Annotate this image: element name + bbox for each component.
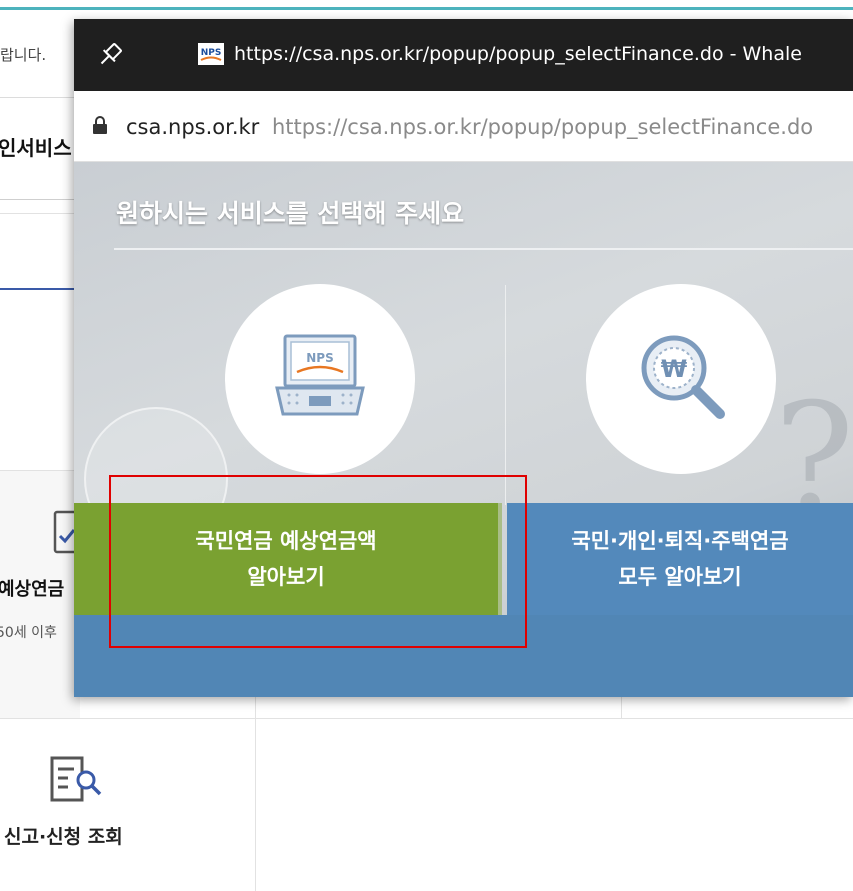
expected-pension-card-title: 예상연금 <box>0 579 65 600</box>
grid-line <box>621 697 622 718</box>
column-divider <box>505 285 506 505</box>
window-title: https://csa.nps.or.kr/popup/popup_select… <box>234 43 802 65</box>
notice-text: 랍니다. <box>0 46 47 64</box>
top-accent-line <box>0 7 853 10</box>
search-won-icon-circle[interactable]: ₩ <box>586 284 776 474</box>
active-tab-underline <box>0 288 80 290</box>
address-bar[interactable]: csa.nps.or.kr https://csa.nps.or.kr/popu… <box>74 91 853 162</box>
svg-text:NPS: NPS <box>306 351 333 365</box>
popup-titlebar: NPS https://csa.nps.or.kr/popup/popup_se… <box>74 19 853 91</box>
grid-line <box>0 718 853 719</box>
service-section-title: 인서비스 <box>0 136 72 160</box>
all-pensions-button[interactable]: 국민·개인·퇴직·주택연금 모두 알아보기 <box>507 503 853 615</box>
laptop-icon-circle[interactable]: NPS <box>225 284 415 474</box>
pin-icon[interactable] <box>96 41 124 69</box>
address-url[interactable]: https://csa.nps.or.kr/popup/popup_select… <box>272 115 813 139</box>
nps-favicon-icon: NPS <box>198 43 224 65</box>
all-pensions-button-line1: 국민·개인·퇴직·주택연금 <box>571 529 789 553</box>
laptop-icon: NPS <box>275 334 365 416</box>
expected-pension-card-desc: 50세 이후 <box>0 625 57 641</box>
page-heading: 원하시는 서비스를 선택해 주세요 <box>116 199 465 228</box>
heading-divider <box>114 248 853 250</box>
magnifier-won-icon: ₩ <box>641 335 725 419</box>
selection-highlight-box <box>109 475 527 648</box>
lock-icon <box>93 116 107 134</box>
all-pensions-button-line2: 모두 알아보기 <box>618 565 742 589</box>
divider <box>0 213 80 214</box>
divider <box>0 199 80 200</box>
grid-line <box>255 697 256 891</box>
address-domain: csa.nps.or.kr <box>126 115 260 139</box>
report-inquiry-label[interactable]: 신고·신청 조회 <box>4 822 123 849</box>
document-search-icon[interactable] <box>50 756 104 804</box>
svg-text:₩: ₩ <box>661 355 688 383</box>
